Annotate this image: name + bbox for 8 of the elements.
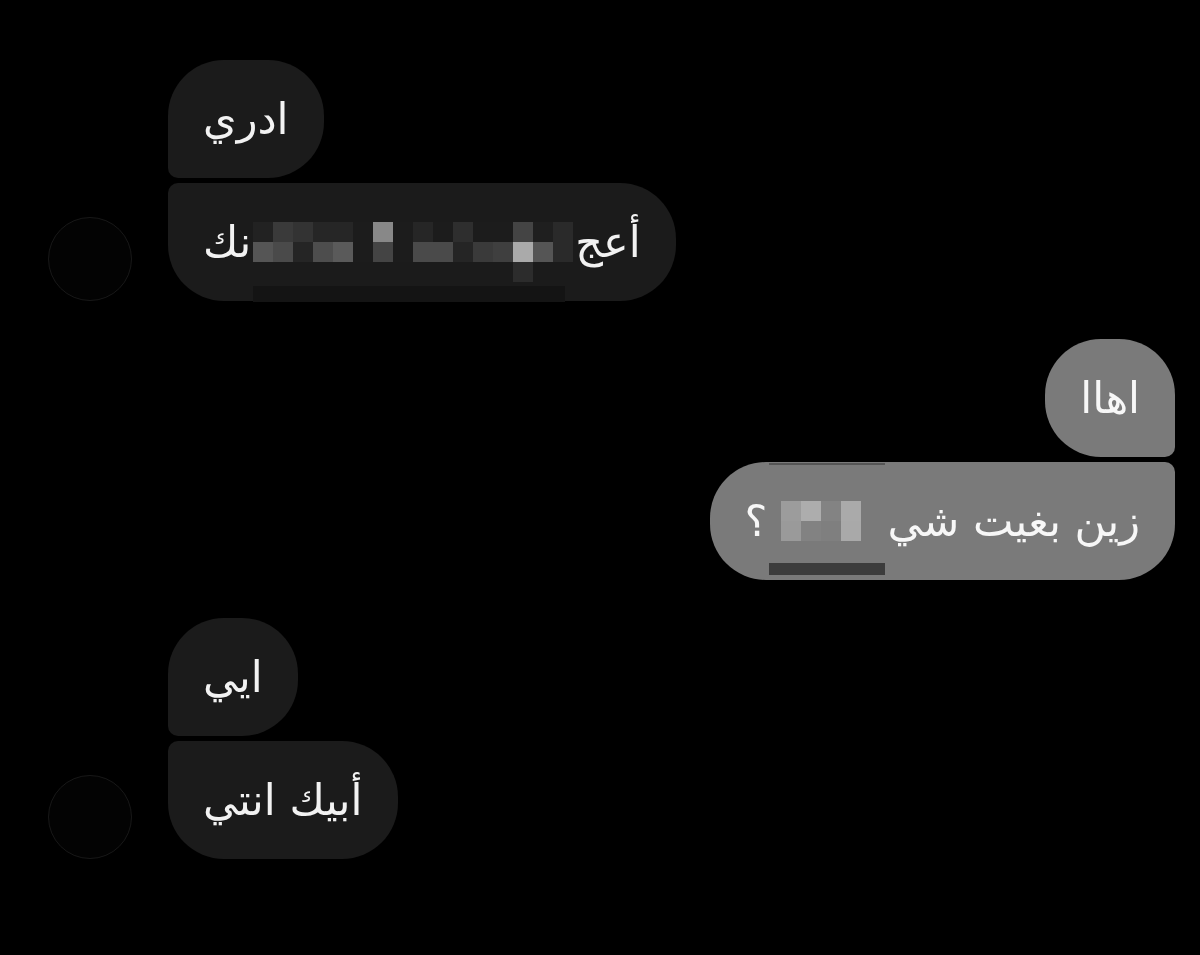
message-text: ادري bbox=[203, 92, 289, 146]
message-text: ؟ bbox=[744, 494, 768, 548]
message-text: اهاا bbox=[1080, 371, 1140, 425]
message-text: نك bbox=[203, 215, 252, 269]
message-text: أبيك انتي bbox=[203, 771, 363, 828]
message-text: ايي bbox=[203, 650, 263, 705]
message-text: زين بغيت شي bbox=[887, 494, 1140, 549]
message-text: أعج bbox=[575, 213, 641, 270]
